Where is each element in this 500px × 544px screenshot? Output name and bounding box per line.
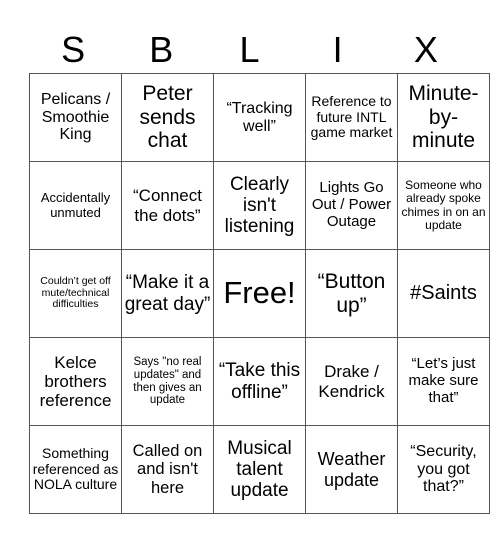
header-letter: I [332, 29, 343, 70]
bingo-cell[interactable]: Pelicans / Smoothie King [29, 73, 122, 162]
bingo-cell[interactable]: “Let’s just make sure that” [397, 337, 490, 426]
bingo-cell[interactable]: “Make it a great day” [121, 249, 214, 338]
bingo-row: Pelicans / Smoothie King Peter sends chat… [29, 73, 490, 162]
bingo-cell[interactable]: “Tracking well” [213, 73, 306, 162]
bingo-cell[interactable]: “Button up” [305, 249, 398, 338]
bingo-header: S B L I X [29, 28, 470, 72]
bingo-cell[interactable]: Clearly isn't listening [213, 161, 306, 250]
bingo-row: Kelce brothers reference Says "no real up… [29, 337, 490, 426]
bingo-cell[interactable]: Called on and isn't here [121, 425, 214, 514]
bingo-cell[interactable]: Minute-by-minute [397, 73, 490, 162]
bingo-cell[interactable]: Lights Go Out / Power Outage [305, 161, 398, 250]
bingo-row: Couldn’t get off mute/technical difficul… [29, 249, 490, 338]
bingo-cell[interactable]: “Security, you got that?” [397, 425, 490, 514]
bingo-cell[interactable]: “Connect the dots” [121, 161, 214, 250]
free-space-cell[interactable]: Free! [213, 249, 306, 338]
bingo-cell[interactable]: “Take this offline” [213, 337, 306, 426]
bingo-cell[interactable]: Says "no real updates" and then gives an… [121, 337, 214, 426]
bingo-row: Accidentally unmuted “Connect the dots” Cl… [29, 161, 490, 250]
header-letter: S [61, 29, 86, 70]
bingo-cell[interactable]: Kelce brothers reference [29, 337, 122, 426]
bingo-cell[interactable]: #Saints [397, 249, 490, 338]
header-letter: L [239, 29, 260, 70]
bingo-cell[interactable]: Accidentally unmuted [29, 161, 122, 250]
bingo-cell[interactable]: Couldn’t get off mute/technical difficul… [29, 249, 122, 338]
bingo-cell[interactable]: Something referenced as NOLA culture [29, 425, 122, 514]
bingo-cell[interactable]: Reference to future INTL game market [305, 73, 398, 162]
bingo-card: Pelicans / Smoothie King Peter sends chat… [29, 73, 490, 514]
bingo-cell[interactable]: Peter sends chat [121, 73, 214, 162]
header-letter: B [149, 29, 174, 70]
header-letter: X [413, 29, 438, 70]
bingo-cell[interactable]: Someone who already spoke chimes in on a… [397, 161, 490, 250]
bingo-cell[interactable]: Musical talent update [213, 425, 306, 514]
bingo-row: Something referenced as NOLA culture Call… [29, 425, 490, 514]
bingo-cell[interactable]: Weather update [305, 425, 398, 514]
bingo-cell[interactable]: Drake / Kendrick [305, 337, 398, 426]
